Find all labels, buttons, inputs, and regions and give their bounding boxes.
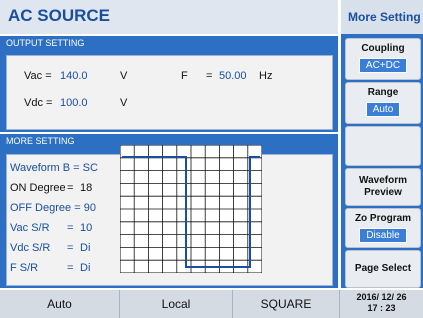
status-control: Local	[120, 290, 233, 318]
vdc-sr-row[interactable]: Vdc S/R = Di	[10, 242, 90, 254]
datetime-display: 2016/ 12/ 26 17 : 23	[340, 292, 423, 314]
on-degree-row[interactable]: ON Degree = 18	[10, 182, 92, 194]
vac-sr-row[interactable]: Vac S/R = 10	[10, 222, 92, 234]
freq-value[interactable]: 50.00	[219, 70, 247, 82]
range-value: Auto	[365, 102, 401, 117]
zo-program-button[interactable]: Zo Program Disable	[345, 208, 421, 248]
page-title: AC SOURCE	[8, 6, 111, 25]
vac-value[interactable]: 140.0	[60, 70, 88, 82]
range-label: Range	[367, 87, 399, 98]
status-date: 2016/ 12/ 26	[356, 292, 407, 302]
waveform-preview-button[interactable]: Waveform Preview	[345, 168, 421, 206]
vac-sr-label: Vac S/R	[10, 222, 50, 234]
coupling-label: Coupling	[361, 43, 405, 54]
off-degree-label: OFF Degree	[10, 202, 72, 214]
waveform-b-value[interactable]: SC	[83, 162, 98, 174]
f-sr-value[interactable]: Di	[80, 262, 90, 274]
zo-program-value: Disable	[359, 228, 407, 243]
freq-unit: Hz	[259, 70, 273, 82]
freq-label: F	[181, 70, 188, 82]
vac-sr-value[interactable]: 10	[80, 222, 92, 234]
waveform-preview-line1: Waveform	[359, 175, 407, 186]
range-button[interactable]: Range Auto	[345, 82, 421, 124]
on-degree-eq: =	[67, 182, 74, 194]
output-setting-panel	[6, 55, 333, 130]
vac-label: Vac =	[24, 70, 52, 82]
vdc-value[interactable]: 100.0	[60, 97, 88, 109]
waveform-preview-popup	[120, 145, 262, 273]
waveform-preview-line2: Preview	[364, 187, 402, 198]
waveform-b-label: Waveform B	[10, 162, 71, 174]
off-degree-eq: =	[74, 202, 81, 214]
status-time: 17 : 23	[367, 303, 396, 313]
off-degree-row[interactable]: OFF Degree = 90	[10, 202, 96, 214]
waveform-b-row[interactable]: Waveform B = SC	[10, 162, 98, 174]
on-degree-label: ON Degree	[10, 182, 66, 194]
empty-softkey[interactable]	[345, 126, 421, 166]
status-mode: Auto	[0, 290, 120, 318]
zo-program-label: Zo Program	[354, 213, 412, 224]
vac-sr-eq: =	[67, 222, 74, 234]
page-select-button[interactable]: Page Select	[345, 250, 421, 288]
f-sr-row[interactable]: F S/R = Di	[10, 262, 90, 274]
f-sr-label: F S/R	[10, 262, 39, 274]
vdc-label: Vdc =	[24, 97, 53, 109]
vdc-unit: V	[120, 97, 128, 109]
output-setting-label: OUTPUT SETTING	[6, 38, 85, 48]
vdc-sr-label: Vdc S/R	[10, 242, 51, 254]
f-sr-eq: =	[67, 262, 74, 274]
off-degree-value[interactable]: 90	[84, 202, 96, 214]
coupling-button[interactable]: Coupling AC+DC	[345, 38, 421, 80]
page-select-label: Page Select	[354, 263, 412, 274]
right-panel-title: More Setting	[348, 10, 421, 24]
more-setting-label: MORE SETTING	[6, 136, 75, 146]
vdc-sr-value[interactable]: Di	[80, 242, 90, 254]
status-waveform: SQUARE	[233, 290, 340, 318]
on-degree-value[interactable]: 18	[80, 182, 92, 194]
coupling-value: AC+DC	[358, 58, 408, 73]
vdc-sr-eq: =	[67, 242, 74, 254]
vac-unit: V	[120, 70, 128, 82]
freq-eq: =	[206, 70, 213, 82]
waveform-b-eq: =	[73, 162, 80, 174]
